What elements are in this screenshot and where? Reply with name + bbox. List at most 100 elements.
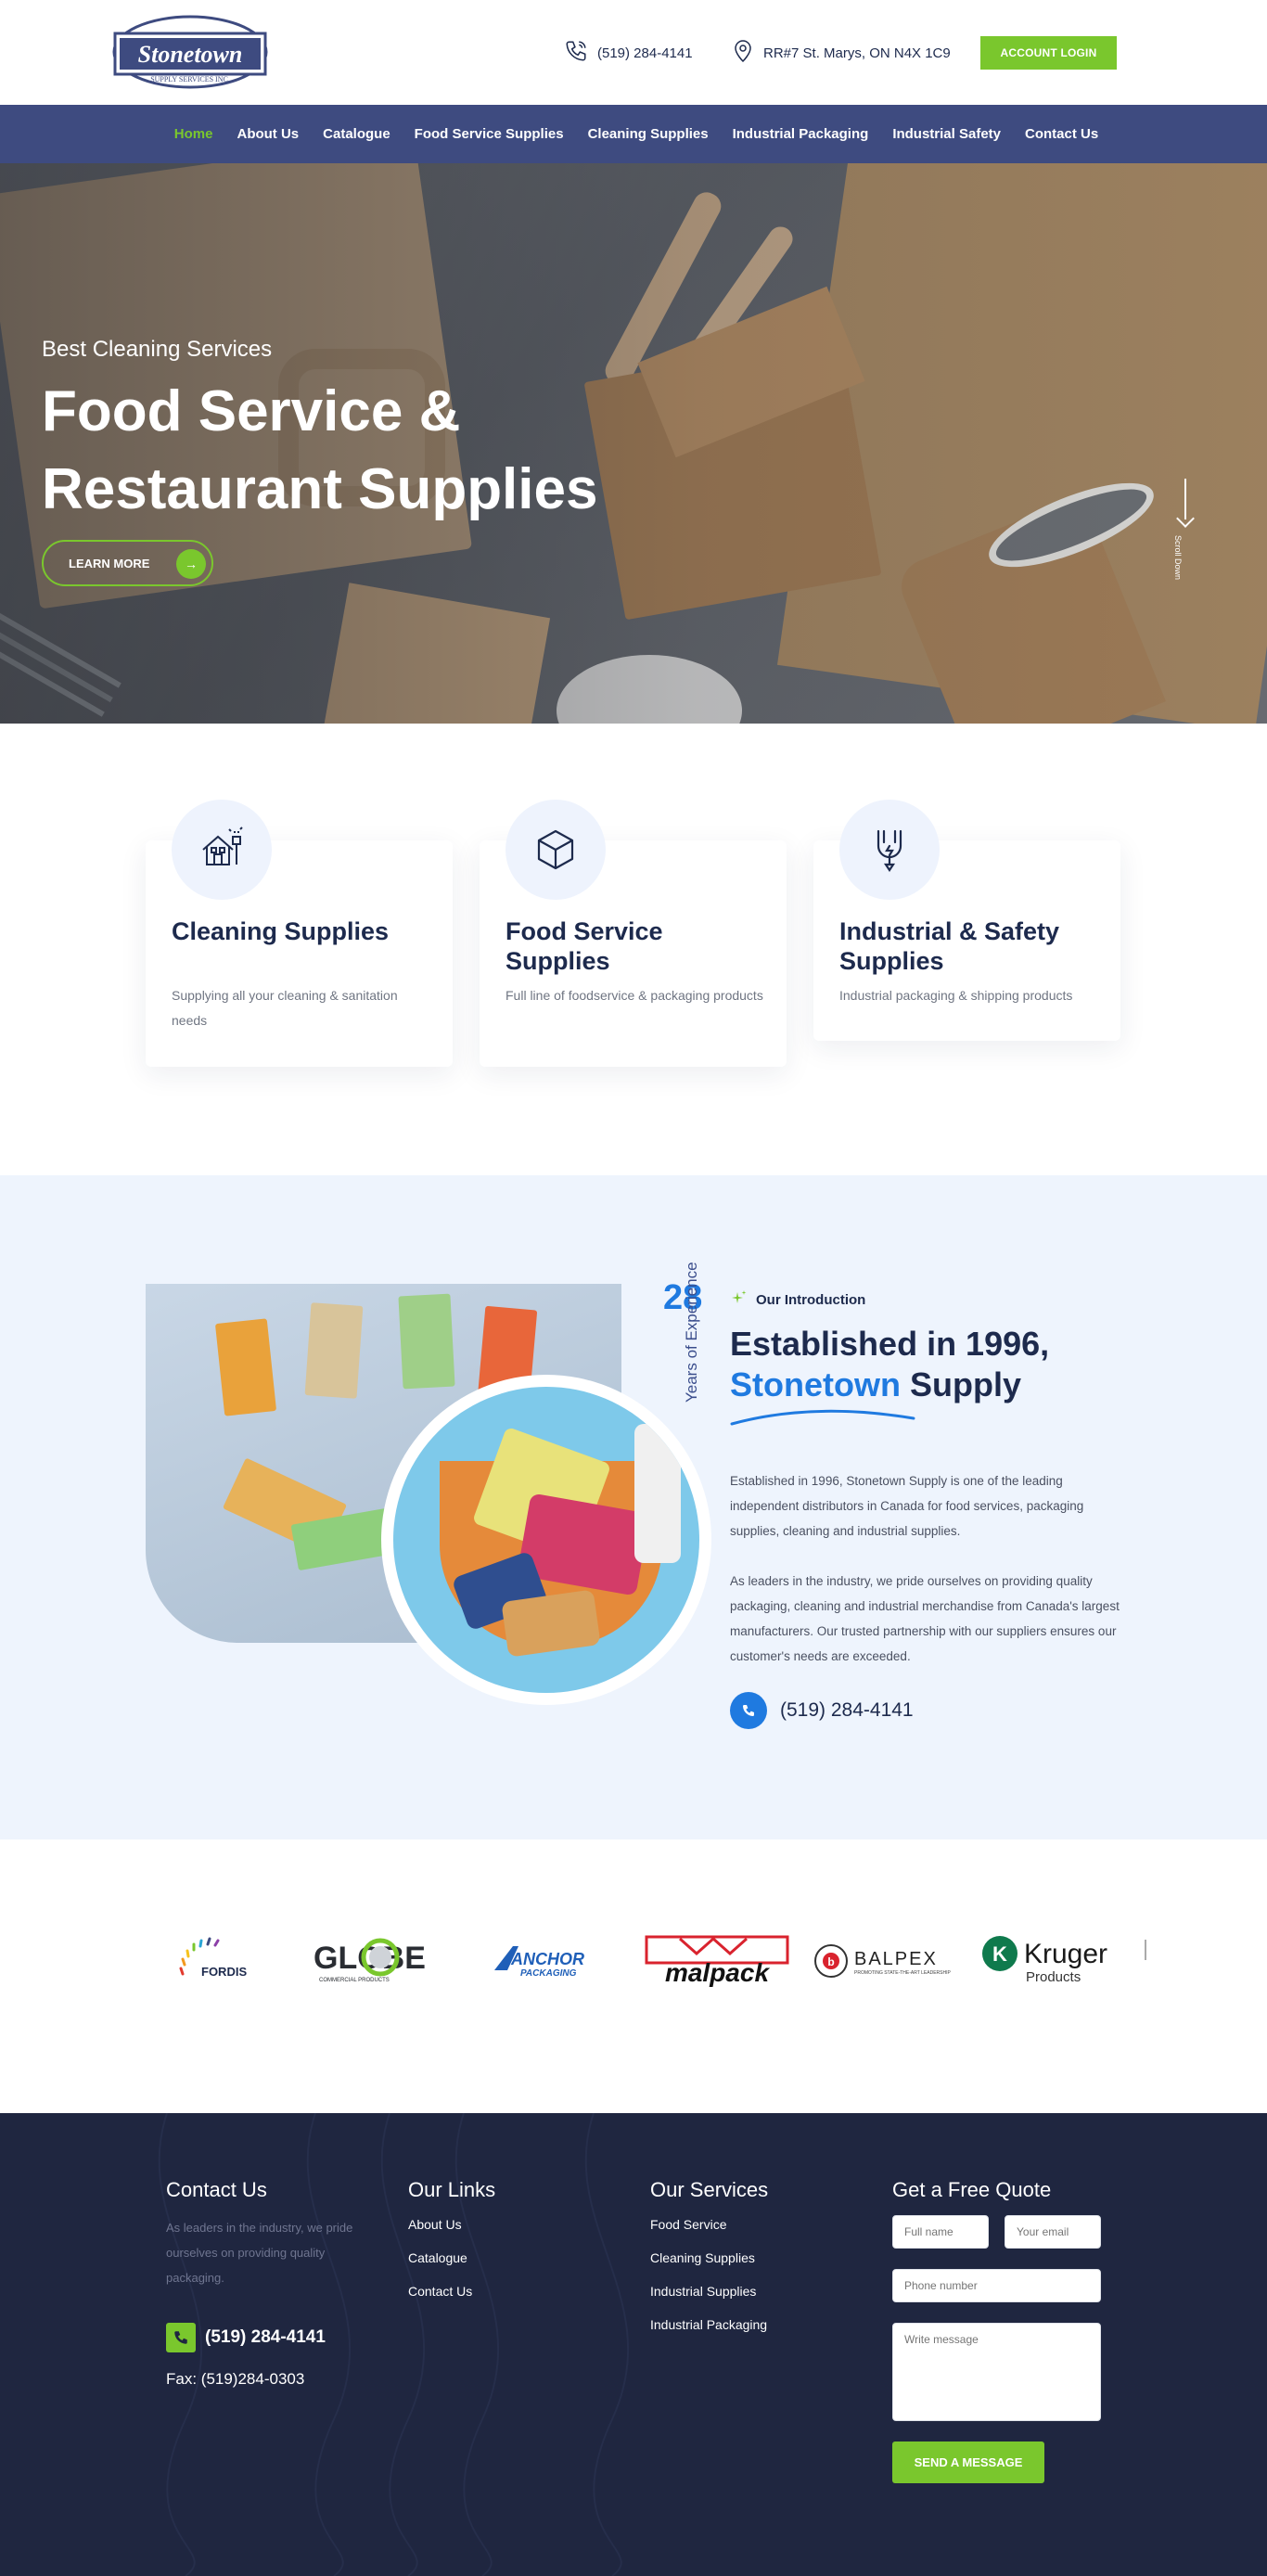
brand-logos-section: FORDIS GLOBE COMMERCIAL PRODUCTS ANCHOR … (0, 1839, 1267, 2113)
box-icon (506, 800, 606, 900)
service-card-cleaning[interactable]: Cleaning Supplies Supplying all your cle… (146, 800, 453, 1067)
quote-email-field[interactable] (1005, 2215, 1101, 2249)
intro-heading-part2: Supply (910, 1365, 1022, 1403)
footer-fax: Fax: (519)284-0303 (166, 2370, 305, 2388)
nav-item-contact-us[interactable]: Contact Us (1013, 126, 1110, 142)
brand-logo-malpack: malpack (643, 1928, 791, 1993)
plug-icon (839, 800, 940, 900)
footer-service-industrial-supplies[interactable]: Industrial Supplies (650, 2284, 767, 2299)
brand-kruger-text: Kruger (1024, 1939, 1107, 1969)
svg-text:b: b (827, 1955, 834, 1968)
service-card-desc: Industrial packaging & shipping products (839, 988, 1073, 1003)
brand-balpex-text: BALPEX (854, 1949, 938, 1969)
nav-item-industrial-packaging[interactable]: Industrial Packaging (721, 126, 881, 142)
cleaning-supplies-image (381, 1375, 711, 1705)
brand-anchor-sub: PACKAGING (520, 1968, 577, 1979)
main-nav: Home About Us Catalogue Food Service Sup… (0, 105, 1267, 163)
footer-services-list: Food Service Cleaning Supplies Industria… (650, 2217, 767, 2351)
intro-paragraph-2: As leaders in the industry, we pride our… (730, 1574, 1120, 1663)
footer-contact-desc: As leaders in the industry, we pride our… (166, 2221, 353, 2285)
brand-kruger-sub: Products (1026, 1969, 1081, 1985)
scroll-down-label: Scroll Down (1173, 534, 1184, 581)
service-card-title: Cleaning Supplies (172, 917, 390, 945)
footer-link-about-us[interactable]: About Us (408, 2217, 472, 2232)
footer-links-list: About Us Catalogue Contact Us (408, 2217, 472, 2317)
header-address-text: RR#7 St. Marys, ON N4X 1C9 (763, 45, 951, 61)
scroll-down-indicator[interactable]: Scroll Down (1173, 479, 1195, 581)
svg-text:SUPPLY SERVICES INC.: SUPPLY SERVICES INC. (150, 75, 230, 83)
account-login-button[interactable]: ACCOUNT LOGIN (980, 36, 1117, 70)
intro-kicker: Our Introduction (730, 1288, 865, 1311)
years-label: Years of Experience (683, 1262, 700, 1403)
carousel-divider (1145, 1940, 1146, 1960)
sparkle-icon (730, 1288, 749, 1311)
service-card-desc: Supplying all your cleaning & sanitation… (172, 988, 398, 1028)
hero-banner: Best Cleaning Services Food Service & Re… (0, 163, 1267, 724)
brand-balpex-sub: PROMOTING STATE-THE-ART LEADERSHIP (854, 1970, 951, 1976)
underline-swoosh (730, 1409, 915, 1426)
intro-phone[interactable]: (519) 284-4141 (730, 1692, 914, 1729)
intro-paragraph-1: Established in 1996, Stonetown Supply is… (730, 1474, 1084, 1538)
service-card-title: Industrial & Safety Supplies (839, 917, 1060, 975)
header-phone-text: (519) 284-4141 (597, 45, 693, 61)
site-footer: Contact Us As leaders in the industry, w… (0, 2113, 1267, 2576)
hero-title: Food Service & Restaurant Supplies (42, 379, 598, 521)
nav-item-catalogue[interactable]: Catalogue (311, 126, 403, 142)
footer-services-heading: Our Services (650, 2178, 769, 2201)
intro-heading-part1: Established in 1996, (730, 1325, 1050, 1363)
top-header: Stonetown SUPPLY SERVICES INC. (519) 284… (0, 0, 1267, 105)
quote-message-field[interactable] (892, 2323, 1101, 2421)
service-card-desc: Full line of foodservice & packaging pro… (506, 988, 763, 1003)
footer-link-contact-us[interactable]: Contact Us (408, 2284, 472, 2299)
footer-service-food-service[interactable]: Food Service (650, 2217, 767, 2232)
footer-phone-text: (519) 284-4141 (205, 2327, 326, 2347)
phone-icon (564, 39, 588, 67)
learn-more-label: LEARN MORE (69, 556, 150, 570)
service-card-food-service[interactable]: Food Service Supplies Full line of foods… (480, 800, 787, 1067)
footer-service-cleaning-supplies[interactable]: Cleaning Supplies (650, 2250, 767, 2265)
nav-item-cleaning-supplies[interactable]: Cleaning Supplies (576, 126, 721, 142)
footer-link-catalogue[interactable]: Catalogue (408, 2250, 472, 2265)
send-message-button[interactable]: SEND A MESSAGE (892, 2441, 1044, 2483)
brand-anchor-text: ANCHOR (510, 1950, 584, 1968)
intro-heading-accent: Stonetown (730, 1365, 901, 1403)
service-card-industrial[interactable]: Industrial & Safety Supplies Industrial … (813, 800, 1120, 1041)
intro-heading: Established in 1996, Stonetown Supply (730, 1324, 1157, 1405)
header-phone[interactable]: (519) 284-4141 (564, 39, 693, 67)
nav-item-home[interactable]: Home (162, 126, 225, 142)
brand-logo-globe: GLOBE COMMERCIAL PRODUCTS (314, 1928, 448, 1993)
footer-phone[interactable]: (519) 284-4141 (166, 2323, 326, 2352)
brand-logo-anchor: ANCHOR PACKAGING (489, 1928, 614, 1993)
brand-logo-balpex: b BALPEX PROMOTING STATE-THE-ART LEADERS… (813, 1928, 956, 1993)
location-pin-icon (732, 39, 754, 67)
brand-malpack-text: malpack (665, 1958, 770, 1987)
nav-item-about-us[interactable]: About Us (224, 126, 311, 142)
nav-item-industrial-safety[interactable]: Industrial Safety (880, 126, 1013, 142)
services-section: Cleaning Supplies Supplying all your cle… (0, 724, 1267, 1175)
quote-name-field[interactable] (892, 2215, 989, 2249)
header-address: RR#7 St. Marys, ON N4X 1C9 (732, 39, 951, 67)
quote-phone-field[interactable] (892, 2269, 1101, 2302)
brand-logo-fordis: FORDIS (172, 1928, 260, 1993)
brand-fordis-text: FORDIS (201, 1965, 247, 1979)
footer-quote-heading: Get a Free Quote (892, 2178, 1052, 2201)
service-card-title: Food Service Supplies (506, 917, 663, 975)
brand-logo-kruger: K Kruger Products (981, 1928, 1120, 1993)
site-logo[interactable]: Stonetown SUPPLY SERVICES INC. (111, 11, 269, 93)
hero-subtitle: Best Cleaning Services (42, 337, 273, 362)
learn-more-button[interactable]: LEARN MORE → (42, 540, 213, 586)
svg-text:Stonetown: Stonetown (138, 41, 243, 68)
footer-contact-heading: Contact Us (166, 2178, 267, 2201)
intro-kicker-text: Our Introduction (756, 1291, 866, 1308)
house-cleaning-icon (172, 800, 272, 900)
phone-icon (166, 2323, 196, 2352)
footer-service-industrial-packaging[interactable]: Industrial Packaging (650, 2317, 767, 2332)
footer-links-heading: Our Links (408, 2178, 496, 2201)
brand-globe-sub: COMMERCIAL PRODUCTS (319, 1978, 390, 1983)
phone-icon (730, 1692, 767, 1729)
arrow-right-icon: → (176, 549, 206, 579)
introduction-section: 28 Years of Experience Our Introduction … (0, 1175, 1267, 1839)
svg-text:K: K (992, 1942, 1007, 1966)
nav-item-food-service-supplies[interactable]: Food Service Supplies (403, 126, 576, 142)
intro-phone-text: (519) 284-4141 (780, 1699, 914, 1721)
